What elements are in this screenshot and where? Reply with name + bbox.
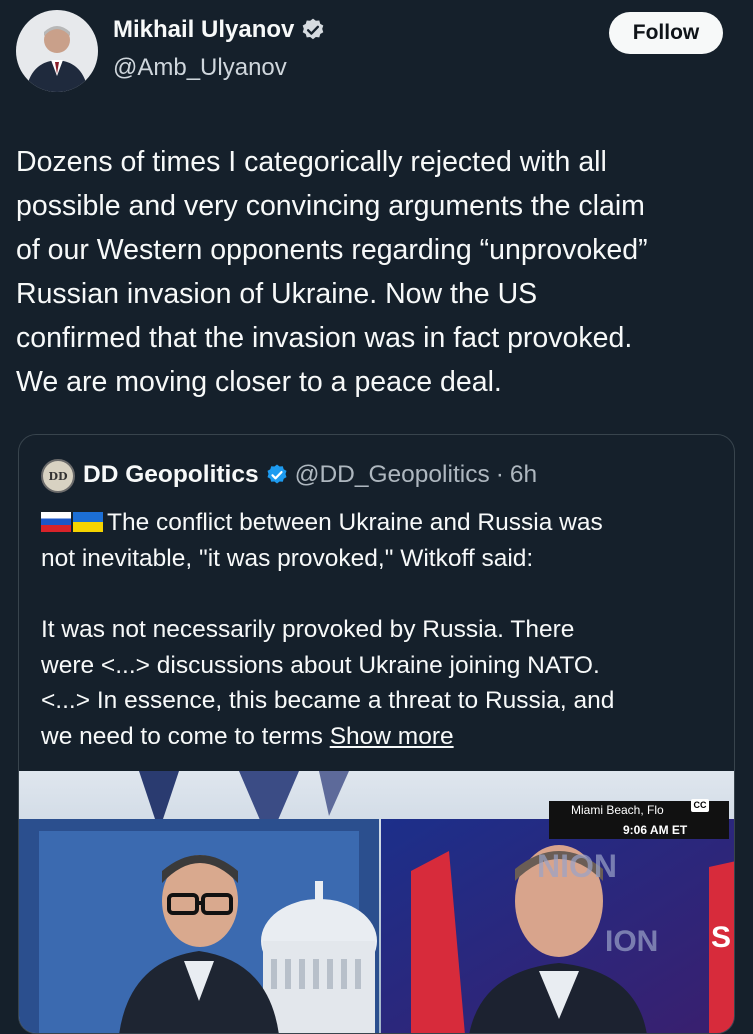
show-more-link[interactable]: Show more <box>330 723 454 750</box>
quoted-author-handle[interactable]: @DD_Geopolitics <box>295 461 490 489</box>
verified-badge-icon <box>303 18 324 40</box>
author-name[interactable]: Mikhail Ulyanov <box>113 16 294 44</box>
ukraine-flag-icon <box>73 512 103 532</box>
quoted-paragraph-gap <box>41 576 721 612</box>
quoted-post-header: DD Geopolitics @DD_Geopolitics · 6h <box>83 461 537 489</box>
quoted-post-card[interactable]: DD DD Geopolitics @DD_Geopolitics · 6h T… <box>18 434 735 1034</box>
quoted-timestamp[interactable]: 6h <box>510 461 537 489</box>
post-text: Dozens of times I categorically rejected… <box>16 146 648 398</box>
author-name-row: Mikhail Ulyanov <box>113 16 326 44</box>
quoted-line-1: The conflict between Ukraine and Russia … <box>41 505 721 541</box>
quoted-author-avatar[interactable]: DD <box>41 459 75 493</box>
quoted-post-text: The conflict between Ukraine and Russia … <box>41 505 721 754</box>
quoted-verified-badge-icon <box>267 464 287 484</box>
author-avatar[interactable] <box>16 10 98 92</box>
bg-text-2: ION <box>605 925 658 958</box>
author-avatar-image <box>16 10 98 92</box>
quoted-line-2: not inevitable, "it was provoked," Witko… <box>41 544 534 572</box>
quoted-line-1-text: The conflict between Ukraine and Russia … <box>107 509 603 536</box>
quoted-media-video[interactable]: NION ION S Miami Beach, Flo 9:06 AM ET C… <box>19 771 734 1033</box>
russia-flag-icon <box>41 512 71 532</box>
quoted-line-3: It was not necessarily provoked by Russi… <box>41 616 575 643</box>
quoted-author-name[interactable]: DD Geopolitics <box>83 461 259 489</box>
follow-button[interactable]: Follow <box>609 12 723 54</box>
video-location-label: Miami Beach, Flo <box>571 803 664 817</box>
quoted-line-4: were <...> discussions about Ukraine joi… <box>41 651 600 679</box>
quoted-line-6: we need to come to terms Show more <box>41 719 721 755</box>
bg-text-3: S <box>711 921 731 954</box>
bg-text-1: NION <box>537 848 617 884</box>
quoted-separator: · <box>495 461 504 488</box>
video-time-label: 9:06 AM ET <box>623 823 688 837</box>
quoted-line-5: <...> In essence, this became a threat t… <box>41 687 615 714</box>
quoted-line-6-text: we need to come to terms <box>41 722 330 750</box>
author-handle[interactable]: @Amb_Ulyanov <box>113 54 287 82</box>
quoted-avatar-text: DD <box>48 469 68 483</box>
closed-captions-icon[interactable]: CC <box>691 799 709 812</box>
